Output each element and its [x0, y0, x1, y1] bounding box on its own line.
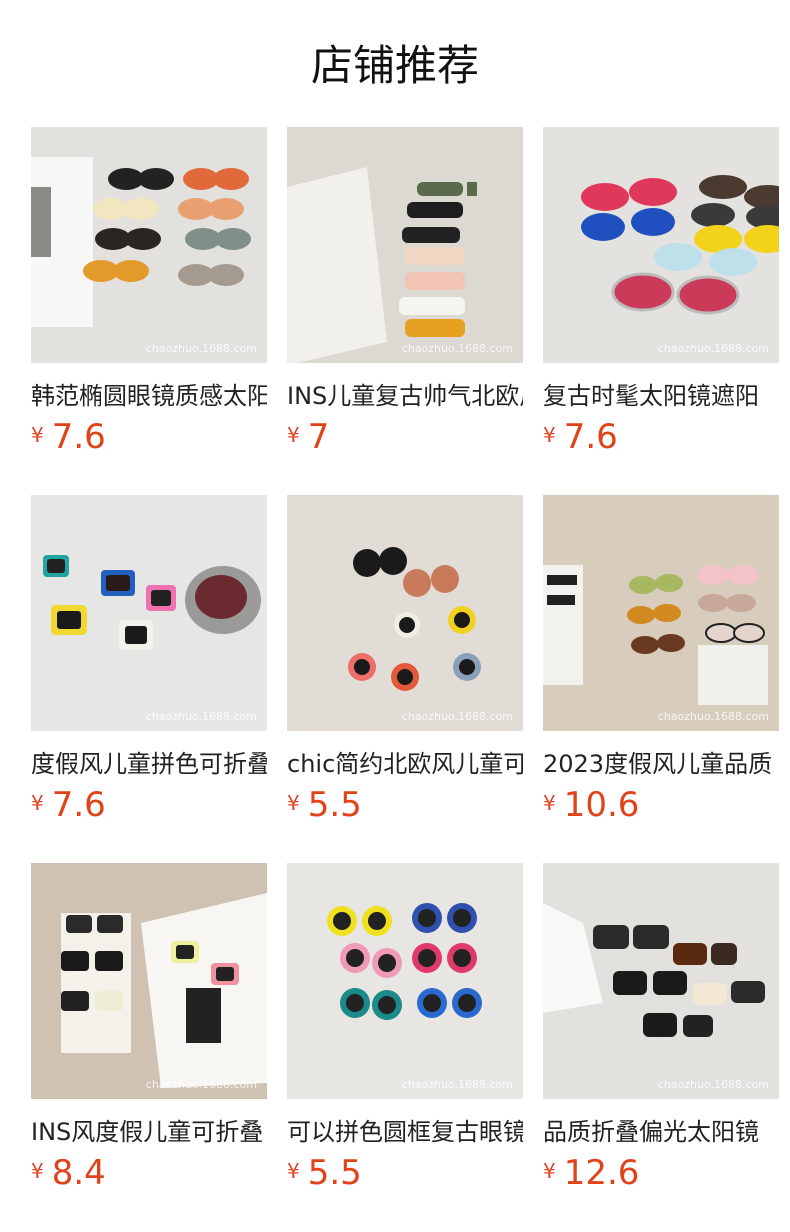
watermark: chaozhuo.1688.com: [657, 710, 769, 723]
product-card[interactable]: chaozhuo.1688.com 品质折叠偏光太阳镜 ¥12.6: [543, 863, 779, 1193]
product-image[interactable]: chaozhuo.1688.com: [287, 495, 523, 731]
currency-symbol: ¥: [543, 791, 556, 815]
currency-symbol: ¥: [31, 423, 44, 447]
currency-symbol: ¥: [543, 423, 556, 447]
product-title[interactable]: chic简约北欧风儿童可: [287, 747, 523, 781]
currency-symbol: ¥: [543, 1159, 556, 1183]
price-value: 7: [307, 417, 330, 457]
price-value: 7.6: [51, 785, 106, 825]
watermark: chaozhuo.1688.com: [657, 1078, 769, 1091]
price-value: 7.6: [51, 417, 106, 457]
product-title[interactable]: INS风度假儿童可折叠: [31, 1115, 267, 1149]
product-card[interactable]: chaozhuo.1688.com 复古时髦太阳镜遮阳 ¥7.6: [543, 127, 779, 457]
product-price: ¥5.5: [287, 1151, 362, 1195]
product-title[interactable]: 可以拼色圆框复古眼镜: [287, 1115, 523, 1149]
product-price: ¥7.6: [543, 415, 618, 459]
price-value: 5.5: [307, 785, 362, 825]
currency-symbol: ¥: [31, 1159, 44, 1183]
product-card[interactable]: chaozhuo.1688.com 韩范椭圆眼镜质感太阳镜 ¥7.6: [31, 127, 267, 457]
price-value: 12.6: [563, 1153, 640, 1193]
product-image[interactable]: chaozhuo.1688.com: [287, 127, 523, 363]
product-image[interactable]: chaozhuo.1688.com: [543, 863, 779, 1099]
currency-symbol: ¥: [287, 1159, 300, 1183]
product-title[interactable]: 品质折叠偏光太阳镜: [543, 1115, 779, 1149]
product-card[interactable]: chaozhuo.1688.com INS风度假儿童可折叠 ¥8.4: [31, 863, 267, 1193]
product-image[interactable]: chaozhuo.1688.com: [543, 127, 779, 363]
product-image[interactable]: chaozhuo.1688.com: [31, 863, 267, 1099]
product-card[interactable]: chaozhuo.1688.com INS儿童复古帅气北欧风 ¥7: [287, 127, 523, 457]
watermark: chaozhuo.1688.com: [145, 1078, 257, 1091]
watermark: chaozhuo.1688.com: [145, 710, 257, 723]
price-value: 5.5: [307, 1153, 362, 1193]
price-value: 10.6: [563, 785, 640, 825]
product-title[interactable]: 韩范椭圆眼镜质感太阳镜: [31, 379, 267, 413]
currency-symbol: ¥: [31, 791, 44, 815]
product-price: ¥7: [287, 415, 329, 459]
watermark: chaozhuo.1688.com: [145, 342, 257, 355]
product-image[interactable]: chaozhuo.1688.com: [287, 863, 523, 1099]
price-value: 7.6: [563, 417, 618, 457]
product-card[interactable]: chaozhuo.1688.com 可以拼色圆框复古眼镜 ¥5.5: [287, 863, 523, 1193]
product-card[interactable]: chaozhuo.1688.com 2023度假风儿童品质 ¥10.6: [543, 495, 779, 825]
watermark: chaozhuo.1688.com: [401, 1078, 513, 1091]
currency-symbol: ¥: [287, 423, 300, 447]
product-price: ¥8.4: [31, 1151, 106, 1195]
product-image[interactable]: chaozhuo.1688.com: [543, 495, 779, 731]
watermark: chaozhuo.1688.com: [401, 342, 513, 355]
product-card[interactable]: chaozhuo.1688.com 度假风儿童拼色可折叠 ¥7.6: [31, 495, 267, 825]
watermark: chaozhuo.1688.com: [657, 342, 769, 355]
product-image[interactable]: chaozhuo.1688.com: [31, 495, 267, 731]
product-title[interactable]: INS儿童复古帅气北欧风: [287, 379, 523, 413]
product-card[interactable]: chaozhuo.1688.com chic简约北欧风儿童可 ¥5.5: [287, 495, 523, 825]
product-title[interactable]: 度假风儿童拼色可折叠: [31, 747, 267, 781]
product-price: ¥7.6: [31, 415, 106, 459]
product-price: ¥7.6: [31, 783, 106, 827]
product-price: ¥5.5: [287, 783, 362, 827]
currency-symbol: ¥: [287, 791, 300, 815]
price-value: 8.4: [51, 1153, 106, 1193]
page-title: 店铺推荐: [310, 41, 479, 90]
product-title[interactable]: 复古时髦太阳镜遮阳: [543, 379, 779, 413]
product-image[interactable]: chaozhuo.1688.com: [31, 127, 267, 363]
watermark: chaozhuo.1688.com: [401, 710, 513, 723]
product-price: ¥10.6: [543, 783, 639, 827]
product-title[interactable]: 2023度假风儿童品质: [543, 747, 779, 781]
product-price: ¥12.6: [543, 1151, 639, 1195]
